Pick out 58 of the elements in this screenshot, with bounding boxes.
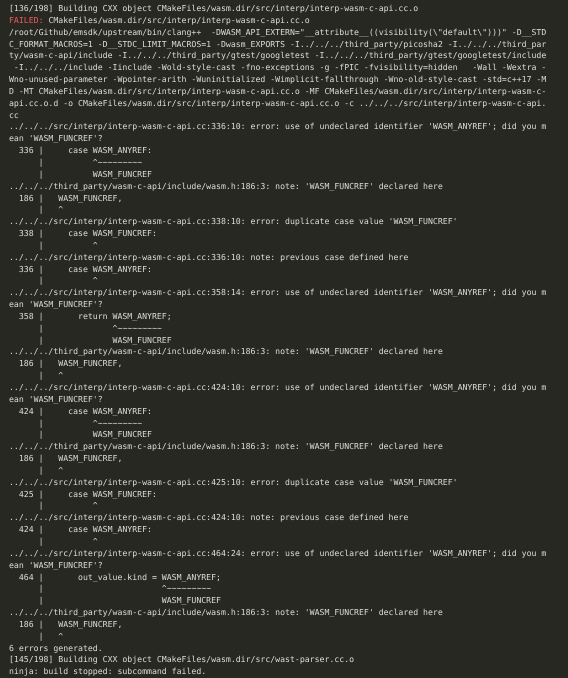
terminal-line: | ^~~~~~~~~~	[38, 418, 142, 430]
terminal-line: ean 'WASM_FUNCREF'?	[9, 560, 103, 572]
terminal-line: | ^	[38, 370, 64, 382]
terminal-line: ean 'WASM_FUNCREF'?	[9, 394, 103, 406]
terminal-line: | ^	[38, 536, 98, 548]
terminal-line: ../../../third_party/wasm-c-api/include/wasm.h:186:3: note: 'WASM_FUNCREF' declared here	[9, 607, 443, 619]
terminal-line: 336 | case WASM_ANYREF:	[18, 264, 152, 276]
terminal-line: ../../../src/interp/interp-wasm-c-api.cc:424:10: note: previous case defined here	[9, 512, 408, 524]
terminal-line: ../../../third_party/wasm-c-api/include/wasm.h:186:3: note: 'WASM_FUNCREF' declared here	[9, 441, 443, 454]
terminal-line: | ^	[38, 464, 64, 477]
terminal-line: | ^	[38, 240, 98, 252]
terminal-line: ../../../src/interp/interp-wasm-c-api.cc:464:24: error: use of undeclared identifier 'WASM_ANYREF'; did you m	[9, 548, 546, 560]
terminal-line: | WASM_FUNCREF	[38, 429, 152, 442]
terminal-line: cc	[9, 110, 19, 122]
terminal-line: 425 | case WASM_FUNCREF:	[18, 488, 157, 500]
terminal-line: | ^	[38, 275, 98, 288]
terminal-line: 424 | case WASM_ANYREF:	[18, 406, 152, 418]
terminal-line: ../../../src/interp/interp-wasm-c-api.cc:336:10: error: use of undeclared identifier 'WASM_ANYREF'; did you m	[9, 121, 546, 134]
terminal-line: CMakeFiles/wasm.dir/src/interp/interp-wasm-c-api.cc.o	[47, 14, 310, 25]
terminal-line: ninja: build stopped: subcommand failed.	[9, 666, 206, 678]
terminal-line: 186 | WASM_FUNCREF,	[18, 192, 122, 204]
terminal-line: 186 | WASM_FUNCREF,	[18, 358, 122, 370]
terminal-line: /root/Github/emsdk/upstream/bin/clang++ -DWASM_API_EXTERN="__attribute__((visibility(\"default\")))" -D__STD	[9, 26, 546, 39]
terminal-line: 186 | WASM_FUNCREF,	[18, 453, 122, 465]
terminal-line: Wno-unused-parameter -Wpointer-arith -Wuninitialized -Wimplicit-fallthrough -Wno-old-style-cast -std=c++17 -M	[9, 74, 546, 86]
terminal-line: ../../../src/interp/interp-wasm-c-api.cc:358:14: error: use of undeclared identifier 'WASM_ANYREF'; did you m	[9, 287, 546, 300]
terminal-line: [145/198] Building CXX object CMakeFiles/wasm.dir/src/wast-parser.cc.o	[9, 654, 354, 666]
terminal-line: 464 | out_value.kind = WASM_ANYREF;	[18, 572, 221, 584]
terminal-line: | ^~~~~~~~~~	[38, 156, 142, 169]
terminal-line: 424 | case WASM_ANYREF:	[18, 524, 152, 536]
terminal-line: -I../../../include -Iinclude -Wold-style-cast -fno-exceptions -g -fPIC -fvisibility=hidden -Wall -Wextra -	[12, 62, 546, 74]
terminal-line: ../../../third_party/wasm-c-api/include/wasm.h:186:3: note: 'WASM_FUNCREF' declared here	[9, 346, 443, 358]
terminal-line: ty/wasm-c-api/include -I../../../third_party/gtest/googletest -I../../../third_party/gtest/googletest/include	[9, 50, 546, 62]
terminal-line: | ^	[38, 500, 98, 512]
terminal-line: ../../../src/interp/interp-wasm-c-api.cc:338:10: error: duplicate case value 'WASM_FUNCREF'	[9, 216, 458, 228]
failed-label: FAILED:	[9, 14, 44, 25]
terminal-line: [136/198] Building CXX object CMakeFiles/wasm.dir/src/interp/interp-wasm-c-api.cc.o	[9, 3, 418, 15]
terminal-line: 338 | case WASM_FUNCREF:	[18, 228, 157, 240]
terminal-line: ../../../src/interp/interp-wasm-c-api.cc:424:10: error: use of undeclared identifier 'WASM_ANYREF'; did you m	[9, 382, 546, 394]
terminal-line: | ^~~~~~~~~~	[38, 322, 162, 335]
terminal-line: 358 | return WASM_ANYREF;	[18, 310, 172, 323]
terminal-line: | ^	[38, 204, 64, 216]
terminal-line: api.cc.o.d -o CMakeFiles/wasm.dir/src/interp/interp-wasm-c-api.cc.o -c ../../../src/interp/interp-wasm-c-api.	[9, 98, 546, 110]
terminal-line: ../../../src/interp/interp-wasm-c-api.cc:336:10: note: previous case defined here	[9, 252, 408, 264]
terminal-line: 6 errors generated.	[9, 642, 103, 654]
terminal-line: 186 | WASM_FUNCREF,	[18, 618, 122, 631]
terminal-line: ../../../third_party/wasm-c-api/include/wasm.h:186:3: note: 'WASM_FUNCREF' declared here	[9, 180, 443, 192]
terminal-line: ean 'WASM_FUNCREF'?	[9, 299, 103, 311]
terminal-line: ean 'WASM_FUNCREF'?	[9, 133, 103, 146]
terminal-line: | WASM_FUNCREF	[38, 595, 221, 608]
terminal-line: | WASM_FUNCREF	[38, 334, 172, 346]
terminal-line: | WASM_FUNCREF	[38, 168, 152, 181]
terminal-line: | ^~~~~~~~~~	[38, 583, 212, 596]
terminal-line: C_FORMAT_MACROS=1 -D__STDC_LIMIT_MACROS=1 -Dwasm_EXPORTS -I../../../third_party/picosha2 -I../../../third_par	[9, 38, 546, 50]
terminal-line: | ^	[38, 630, 64, 643]
terminal-line: ../../../src/interp/interp-wasm-c-api.cc:425:10: error: duplicate case value 'WASM_FUNCREF'	[9, 476, 458, 489]
terminal-line: D -MT CMakeFiles/wasm.dir/src/interp/interp-wasm-c-api.cc.o -MF CMakeFiles/wasm.dir/src/interp/interp-wasm-c-	[9, 86, 546, 98]
terminal-line: 336 | case WASM_ANYREF:	[18, 145, 152, 157]
